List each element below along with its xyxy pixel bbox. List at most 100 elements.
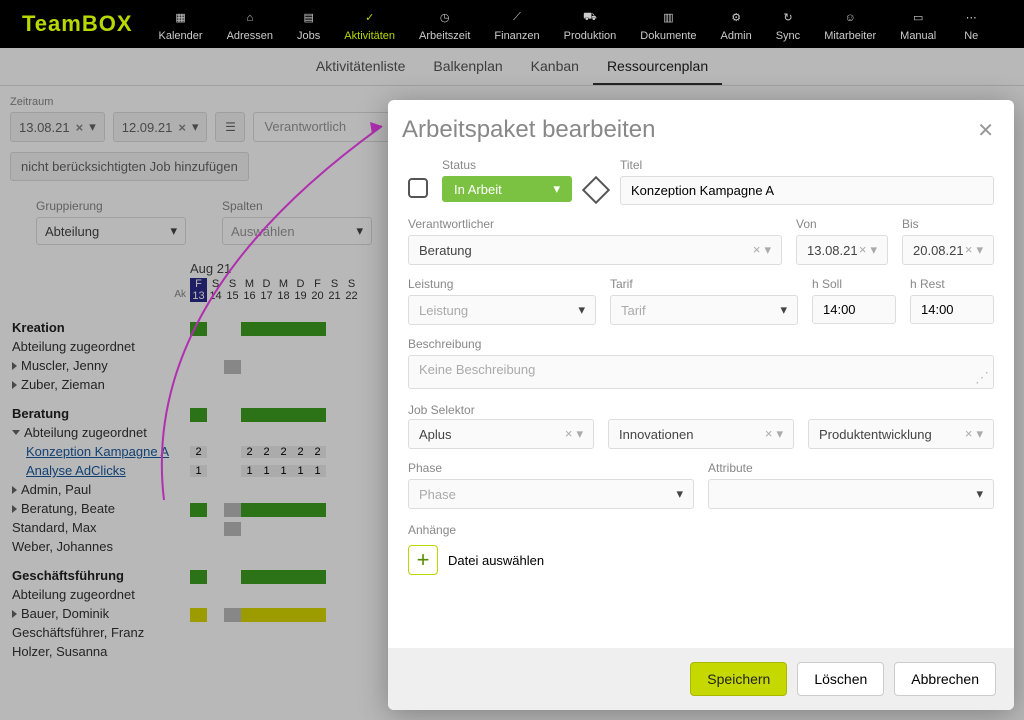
attachments-label: Anhänge <box>408 523 456 537</box>
job-client-select[interactable]: Aplus×▾ <box>408 419 594 449</box>
clear-icon[interactable]: × <box>859 242 867 258</box>
tab-balkenplan[interactable]: Balkenplan <box>419 48 516 85</box>
count-cell: 2 <box>292 446 309 458</box>
nav-admin[interactable]: ⚙Admin <box>709 3 764 46</box>
section-kreation: Kreation <box>12 318 190 337</box>
tab-aktivitätenliste[interactable]: Aktivitätenliste <box>302 48 419 85</box>
list-item[interactable]: Bauer, Dominik <box>12 604 190 623</box>
ak-label: Ak <box>12 289 190 300</box>
day-number: 19 <box>292 290 309 302</box>
close-icon[interactable]: ✕ <box>977 118 994 143</box>
nav-dokumente[interactable]: ▥Dokumente <box>628 3 708 46</box>
list-item[interactable]: Weber, Johannes <box>12 537 190 556</box>
day-number: 20 <box>309 290 326 302</box>
list-item[interactable]: Abteilung zugeordnet <box>12 423 190 442</box>
tariff-select[interactable]: Tarif▾ <box>610 295 798 325</box>
phase-select[interactable]: Phase▾ <box>408 479 694 509</box>
nav-manual[interactable]: ▭Manual <box>888 3 948 46</box>
count-cell: 1 <box>190 465 207 477</box>
clear-icon[interactable]: × <box>753 242 761 258</box>
add-job-button[interactable]: nicht berücksichtigten Job hinzufügen <box>10 152 249 181</box>
clear-icon[interactable]: × <box>76 120 84 135</box>
day-letter: D <box>258 278 275 290</box>
job-job-select[interactable]: Produktentwicklung×▾ <box>808 419 994 449</box>
clear-icon[interactable]: × <box>178 120 186 135</box>
clear-icon[interactable]: × <box>965 242 973 258</box>
nav-finanzen[interactable]: ⟋Finanzen <box>482 3 551 46</box>
list-item[interactable]: Admin, Paul <box>12 480 190 499</box>
day-number: 15 <box>224 290 241 302</box>
nav-icon: ▥ <box>657 7 679 29</box>
add-file-button[interactable]: + <box>408 545 438 575</box>
nav-kalender[interactable]: ▦Kalender <box>147 3 215 46</box>
clear-icon[interactable]: × <box>965 426 973 442</box>
nav-aktivitäten[interactable]: ✓Aktivitäten <box>332 3 407 46</box>
list-icon-button[interactable]: ☰ <box>215 112 245 142</box>
tab-kanban[interactable]: Kanban <box>517 48 593 85</box>
nav-produktion[interactable]: ⛟Produktion <box>552 3 629 46</box>
choose-file-label[interactable]: Datei auswählen <box>448 553 544 568</box>
nav-icon: ⚙ <box>725 7 747 29</box>
list-item[interactable]: Muscler, Jenny <box>12 356 190 375</box>
nav-icon: ↻ <box>777 7 799 29</box>
resize-icon[interactable]: ⋰ <box>975 369 989 386</box>
count-cell: 1 <box>292 465 309 477</box>
hrest-input[interactable] <box>910 295 994 324</box>
service-select[interactable]: Leistung▾ <box>408 295 596 325</box>
expand-icon <box>12 362 17 370</box>
clear-icon[interactable]: × <box>765 426 773 442</box>
tab-ressourcenplan[interactable]: Ressourcenplan <box>593 48 722 85</box>
day-letter: S <box>343 278 360 290</box>
list-item[interactable]: Holzer, Susanna <box>12 642 190 661</box>
date-from[interactable]: 13.08.21×▾ <box>10 112 105 142</box>
nav-jobs[interactable]: ▤Jobs <box>285 3 332 46</box>
nav-sync[interactable]: ↻Sync <box>764 3 812 46</box>
done-checkbox[interactable] <box>408 178 428 198</box>
task-link-analyse[interactable]: Analyse AdClicks <box>12 461 190 480</box>
milestone-toggle[interactable] <box>582 176 610 204</box>
service-label: Leistung <box>408 277 596 291</box>
count-cell: 2 <box>190 446 207 458</box>
day-number: 13 <box>190 290 207 302</box>
delete-button[interactable]: Löschen <box>797 662 884 696</box>
list-item[interactable]: Beratung, Beate <box>12 499 190 518</box>
nav-ne[interactable]: ⋯Ne <box>948 3 994 46</box>
status-select[interactable]: In Arbeit▾ <box>442 176 572 202</box>
nav-arbeitszeit[interactable]: ◷Arbeitszeit <box>407 3 482 46</box>
hsoll-input[interactable] <box>812 295 896 324</box>
section-beratung: Beratung <box>12 404 190 423</box>
title-input[interactable] <box>620 176 994 205</box>
app-logo: TeamBOX <box>8 11 147 37</box>
grouping-label: Gruppierung <box>36 199 186 213</box>
chevron-down-icon: ▾ <box>576 426 583 442</box>
list-icon: ☰ <box>225 120 236 134</box>
nav-mitarbeiter[interactable]: ☺Mitarbeiter <box>812 3 888 46</box>
nav-icon: ▭ <box>907 7 929 29</box>
date-to[interactable]: 12.09.21×▾ <box>113 112 208 142</box>
cancel-button[interactable]: Abbrechen <box>894 662 996 696</box>
count-cell: 1 <box>309 465 326 477</box>
save-button[interactable]: Speichern <box>690 662 787 696</box>
nav-adressen[interactable]: ⌂Adressen <box>215 3 285 46</box>
task-link-konzeption[interactable]: Konzeption Kampagne A <box>12 442 190 461</box>
day-letter: F <box>309 278 326 290</box>
attribute-select[interactable]: ▾ <box>708 479 994 509</box>
list-item[interactable]: Abteilung zugeordnet <box>12 585 190 604</box>
list-item[interactable]: Zuber, Zieman <box>12 375 190 394</box>
nav-icon: ▦ <box>170 7 192 29</box>
clear-icon[interactable]: × <box>565 426 573 442</box>
list-item[interactable]: Abteilung zugeordnet <box>12 337 190 356</box>
responsible-select[interactable]: Beratung×▾ <box>408 235 782 265</box>
chevron-down-icon: ▾ <box>170 223 177 239</box>
columns-select[interactable]: Auswählen▾ <box>222 217 372 245</box>
day-letter: S <box>326 278 343 290</box>
grouping-select[interactable]: Abteilung▾ <box>36 217 186 245</box>
description-input[interactable]: Keine Beschreibung⋰ <box>408 355 994 389</box>
from-date[interactable]: 13.08.21×▾ <box>796 235 888 265</box>
job-area-select[interactable]: Innovationen×▾ <box>608 419 794 449</box>
chevron-down-icon: ▾ <box>976 242 983 258</box>
list-item[interactable]: Geschäftsführer, Franz <box>12 623 190 642</box>
list-item[interactable]: Standard, Max <box>12 518 190 537</box>
to-date[interactable]: 20.08.21×▾ <box>902 235 994 265</box>
from-label: Von <box>796 217 888 231</box>
